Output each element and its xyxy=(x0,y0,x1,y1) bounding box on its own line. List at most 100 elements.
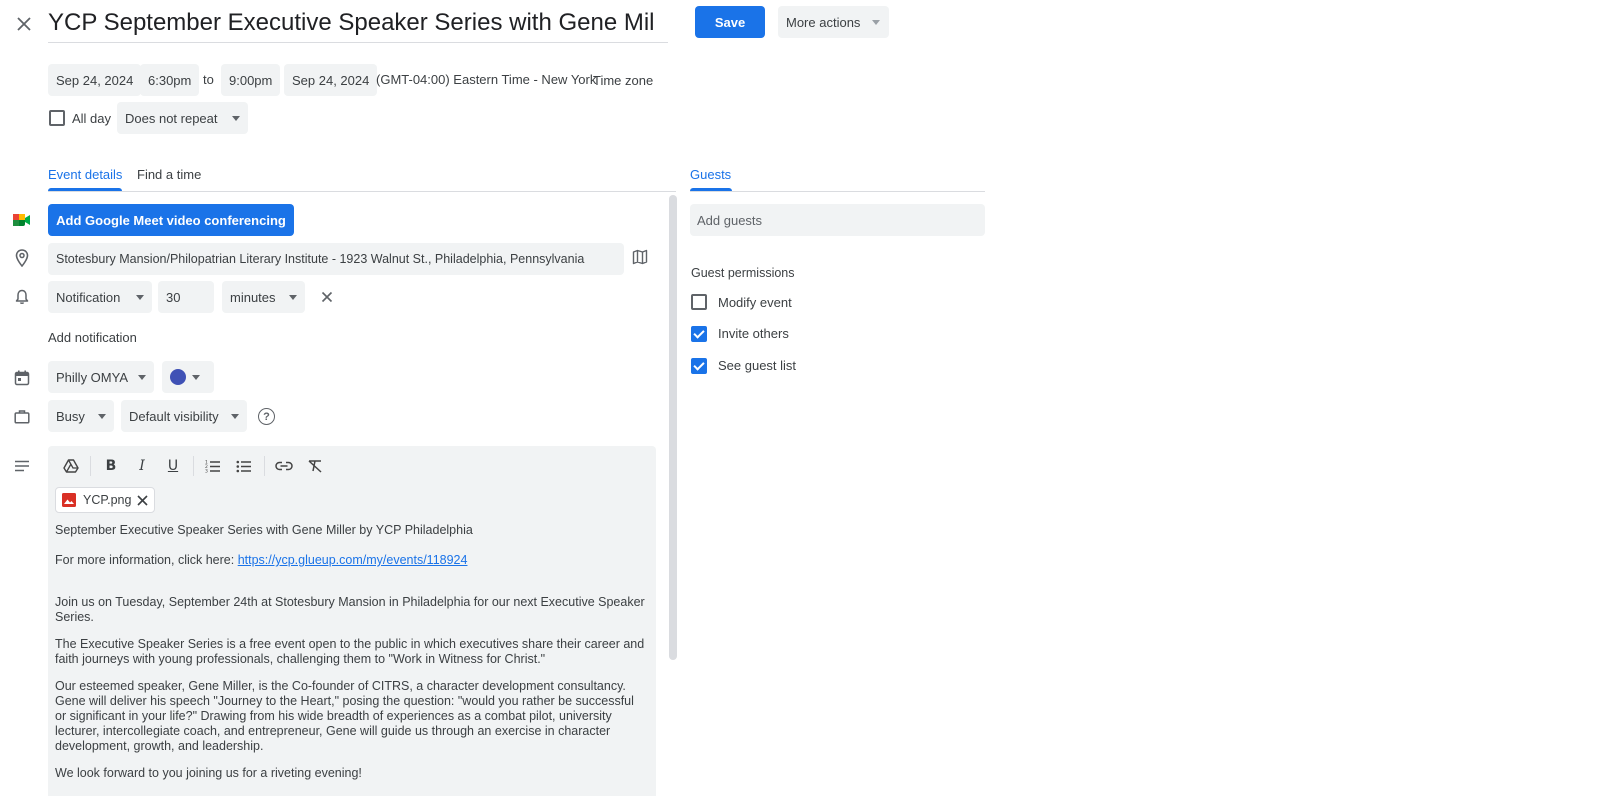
calendar-color-dropdown[interactable] xyxy=(162,361,214,393)
invite-others-label: Invite others xyxy=(718,326,789,341)
event-link[interactable]: https://ycp.glueup.com/my/events/118924 xyxy=(238,553,468,567)
calendar-icon xyxy=(12,368,32,388)
start-time-button[interactable]: 6:30pm xyxy=(140,64,200,96)
google-meet-icon xyxy=(12,210,32,230)
more-actions-button[interactable]: More actions xyxy=(778,6,889,38)
more-actions-label: More actions xyxy=(786,14,861,30)
tab-find-time[interactable]: Find a time xyxy=(137,167,201,182)
start-time-text: 6:30pm xyxy=(148,72,192,88)
drive-icon[interactable] xyxy=(61,456,81,476)
notification-amount-input[interactable]: 30 xyxy=(158,281,214,313)
calendar-name: Philly OMYA xyxy=(56,369,128,385)
image-file-icon xyxy=(62,493,76,507)
modify-event-checkbox[interactable] xyxy=(691,294,707,310)
see-guest-list-label: See guest list xyxy=(718,358,797,373)
guest-permissions-label: Guest permissions xyxy=(691,266,795,280)
notification-unit-value: minutes xyxy=(230,289,276,305)
underline-icon[interactable]: U xyxy=(163,456,183,476)
add-meet-label: Add Google Meet video conferencing xyxy=(56,212,286,228)
end-time-button[interactable]: 9:00pm xyxy=(221,64,281,96)
bold-icon[interactable]: B xyxy=(101,456,121,476)
notification-type-dropdown[interactable]: Notification xyxy=(48,281,152,313)
details-scrollbar[interactable] xyxy=(669,195,677,660)
availability-value: Busy xyxy=(56,408,85,424)
location-pin-icon xyxy=(12,248,32,268)
timezone-value[interactable]: (GMT-04:00) Eastern Time - New York xyxy=(376,72,596,87)
location-input[interactable]: Stotesbury Mansion/Philopatrian Literary… xyxy=(48,243,624,275)
link-icon[interactable] xyxy=(274,456,294,476)
chevron-down-icon xyxy=(192,374,200,380)
location-text: Stotesbury Mansion/Philopatrian Literary… xyxy=(56,252,585,266)
close-icon xyxy=(321,291,333,303)
description-paragraph: Join us on Tuesday, September 24th at St… xyxy=(55,595,645,624)
chevron-down-icon xyxy=(231,115,240,121)
description-line: September Executive Speaker Series with … xyxy=(55,523,473,537)
map-button[interactable] xyxy=(632,249,652,269)
attachment-name: YCP.png xyxy=(83,493,132,507)
calendar-color-swatch xyxy=(170,369,186,385)
chevron-down-icon xyxy=(231,413,239,419)
toolbar-divider xyxy=(264,456,265,476)
chevron-down-icon xyxy=(289,294,297,300)
map-icon xyxy=(632,249,648,265)
notification-amount-value: 30 xyxy=(166,289,181,305)
bulleted-list-icon[interactable] xyxy=(234,456,254,476)
italic-icon[interactable]: I xyxy=(132,456,152,476)
visibility-value: Default visibility xyxy=(129,408,219,424)
title-input[interactable]: YCP September Executive Speaker Series w… xyxy=(48,6,668,43)
clear-formatting-icon[interactable] xyxy=(305,456,325,476)
see-guest-list-checkbox[interactable] xyxy=(691,358,707,374)
description-paragraph: Our esteemed speaker, Gene Miller, is th… xyxy=(55,679,634,753)
svg-text:3: 3 xyxy=(205,469,208,474)
guests-divider xyxy=(690,191,985,192)
add-guests-input[interactable]: Add guests xyxy=(690,204,985,236)
end-date-text: Sep 24, 2024 xyxy=(292,72,370,88)
save-button[interactable]: Save xyxy=(695,6,765,38)
bell-icon xyxy=(12,287,32,307)
end-date-button[interactable]: Sep 24, 2024 xyxy=(284,64,378,96)
close-icon xyxy=(17,17,31,31)
tab-event-details[interactable]: Event details xyxy=(48,167,122,182)
description-link-prefix: For more information, click here: xyxy=(55,553,238,567)
start-date-text: Sep 24, 2024 xyxy=(56,72,134,88)
numbered-list-icon[interactable]: 123 xyxy=(203,456,223,476)
title-text: YCP September Executive Speaker Series w… xyxy=(48,9,655,36)
timezone-button[interactable]: Time zone xyxy=(593,73,653,88)
calendar-dropdown[interactable]: Philly OMYA xyxy=(48,361,154,393)
help-button[interactable]: ? xyxy=(258,408,275,425)
save-button-label: Save xyxy=(714,14,746,30)
help-icon: ? xyxy=(263,410,270,423)
notification-unit-dropdown[interactable]: minutes xyxy=(222,281,305,313)
end-time-text: 9:00pm xyxy=(229,72,273,88)
description-paragraph: The Executive Speaker Series is a free e… xyxy=(55,637,645,666)
chevron-down-icon xyxy=(872,19,881,25)
tab-guests[interactable]: Guests xyxy=(690,167,731,182)
all-day-checkbox[interactable] xyxy=(49,110,65,126)
description-body[interactable]: September Executive Speaker Series with … xyxy=(55,523,645,781)
briefcase-icon xyxy=(12,406,32,426)
visibility-dropdown[interactable]: Default visibility xyxy=(121,400,247,432)
invite-others-checkbox[interactable] xyxy=(691,326,707,342)
add-notification-button[interactable]: Add notification xyxy=(48,330,137,345)
chevron-down-icon xyxy=(98,413,106,419)
tabs-divider xyxy=(48,191,676,192)
description-paragraph: We look forward to you joining us for a … xyxy=(55,766,362,780)
start-date-button[interactable]: Sep 24, 2024 xyxy=(48,64,142,96)
attachment-chip[interactable]: YCP.png xyxy=(55,487,155,513)
availability-dropdown[interactable]: Busy xyxy=(48,400,114,432)
repeat-value: Does not repeat xyxy=(125,110,218,126)
toolbar-divider xyxy=(193,456,194,476)
add-guests-placeholder: Add guests xyxy=(697,212,763,228)
notification-type-value: Notification xyxy=(56,289,121,305)
add-meet-button[interactable]: Add Google Meet video conferencing xyxy=(48,204,294,236)
chevron-down-icon xyxy=(138,374,146,380)
description-icon xyxy=(12,456,32,476)
chevron-down-icon xyxy=(136,294,144,300)
all-day-label: All day xyxy=(72,111,112,126)
description-line: For more information, click here: https:… xyxy=(55,553,645,568)
remove-notification-button[interactable] xyxy=(318,288,336,306)
modify-event-label: Modify event xyxy=(718,295,792,310)
repeat-dropdown[interactable]: Does not repeat xyxy=(117,102,248,134)
close-icon[interactable] xyxy=(137,494,148,506)
close-button[interactable] xyxy=(12,12,36,36)
